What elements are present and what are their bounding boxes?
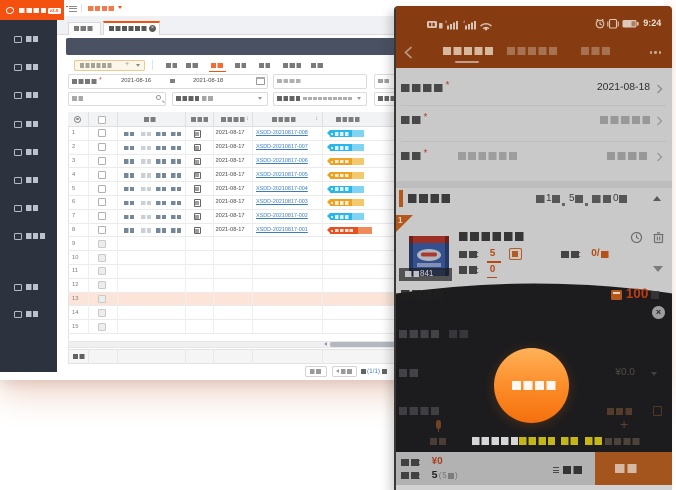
svg-text:4: 4 <box>463 20 465 24</box>
svg-text:5: 5 <box>445 20 447 24</box>
